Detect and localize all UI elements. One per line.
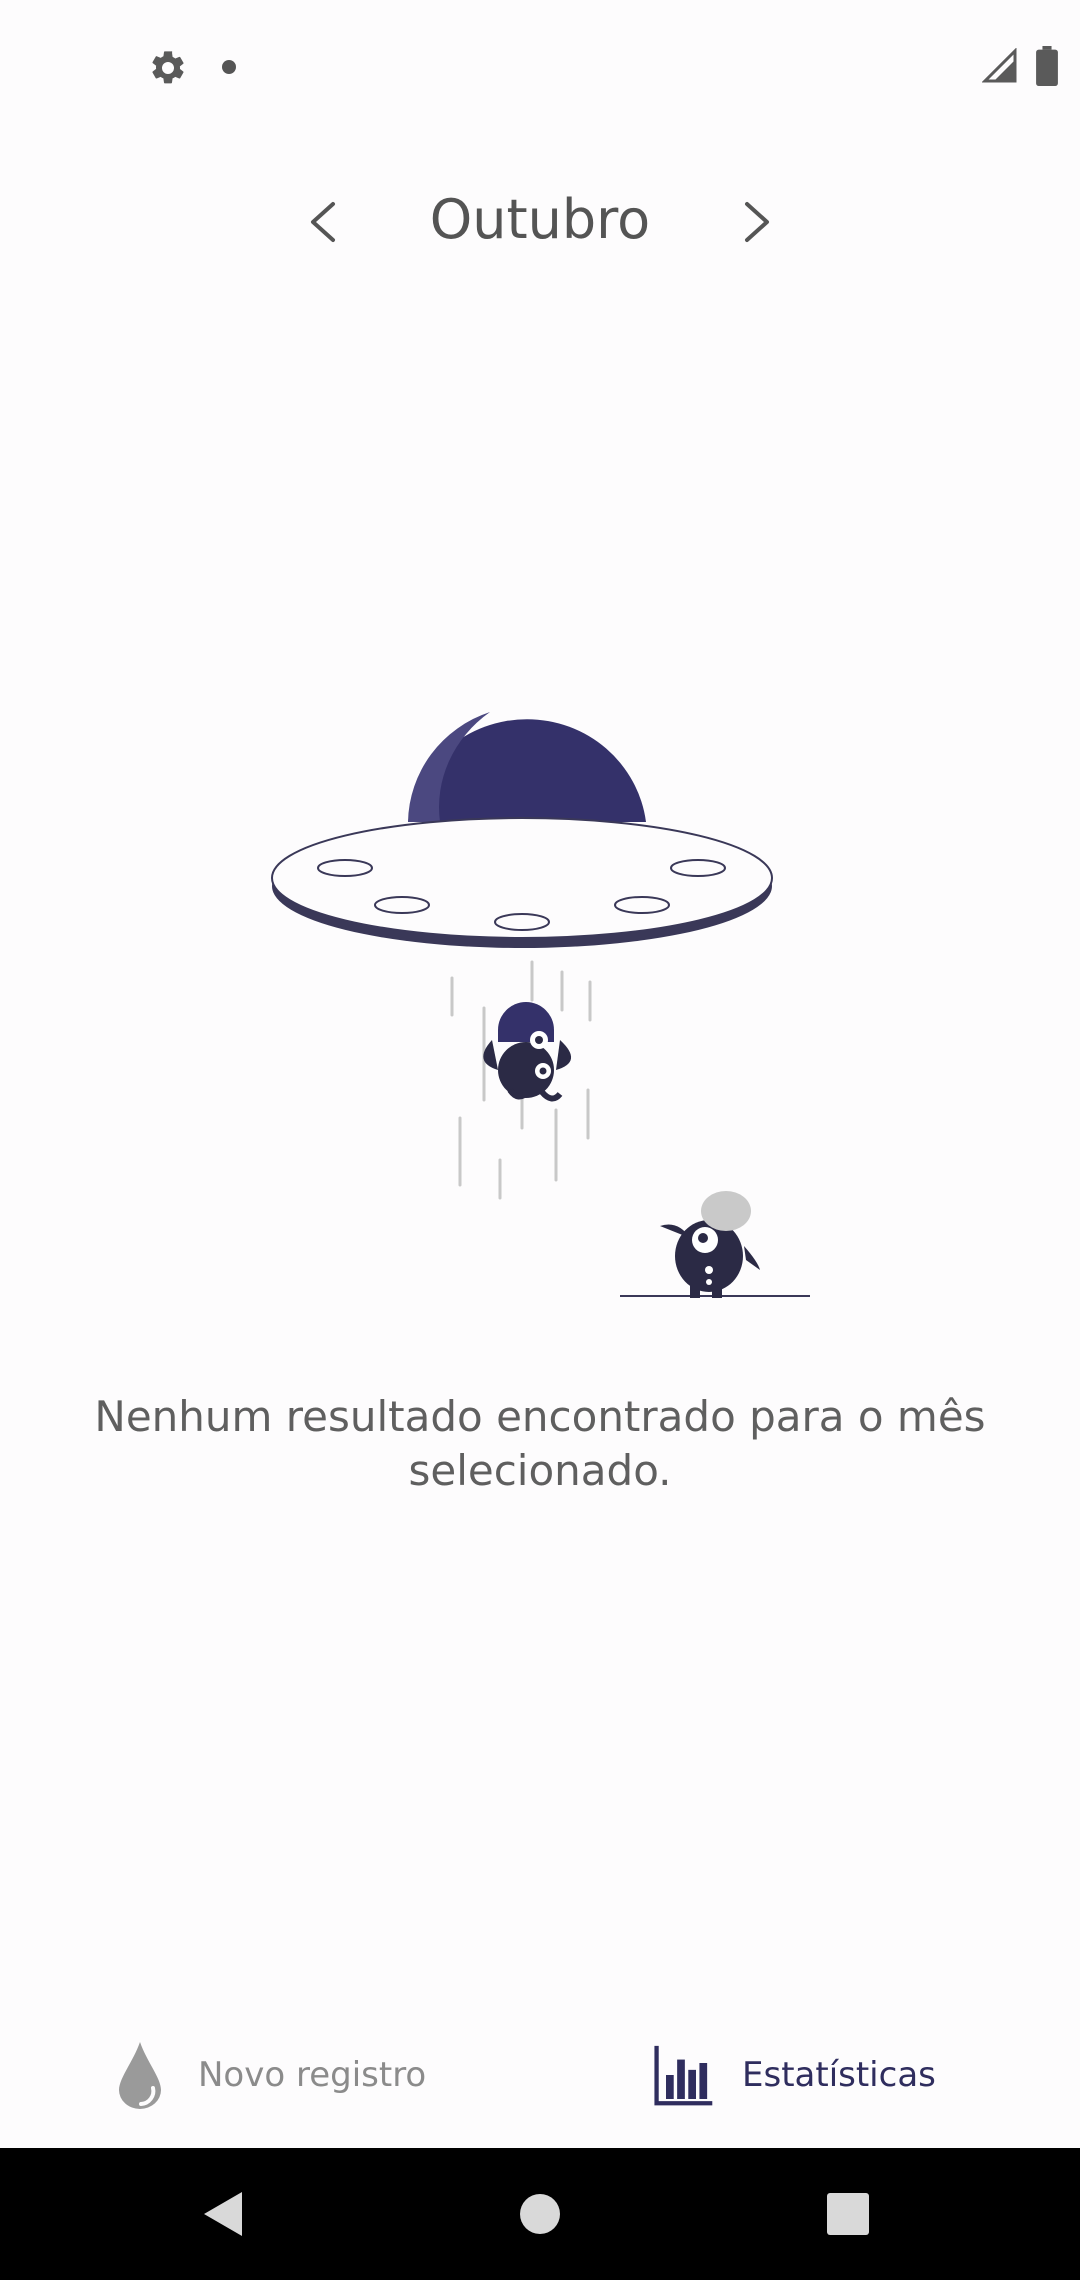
bar-chart-icon — [654, 2035, 714, 2115]
drop-icon — [110, 2035, 170, 2115]
empty-state-message: Nenhum resultado encontrado para o mês s… — [94, 1392, 986, 1495]
nav-new-record[interactable]: Novo registro — [110, 2010, 426, 2140]
notification-dot — [222, 60, 236, 74]
signal-icon — [982, 48, 1017, 83]
status-bar — [0, 0, 1080, 130]
nav-statistics-label: Estatísticas — [742, 2055, 936, 2095]
system-navigation-bar — [0, 2148, 1080, 2280]
back-icon[interactable] — [198, 2188, 250, 2240]
battery-icon — [1036, 46, 1058, 86]
nav-statistics[interactable]: Estatísticas — [654, 2010, 936, 2140]
nav-new-record-label: Novo registro — [198, 2055, 427, 2095]
month-selector: Outubro — [0, 170, 1080, 270]
chevron-left-icon — [311, 202, 335, 242]
ufo-abduction-illustration — [271, 712, 810, 1298]
recents-icon[interactable] — [822, 2188, 874, 2240]
previous-month-button[interactable] — [292, 192, 352, 252]
gear-icon — [152, 51, 184, 84]
home-icon[interactable] — [514, 2188, 566, 2240]
next-month-button[interactable] — [728, 192, 788, 252]
chevron-right-icon — [745, 202, 769, 242]
month-title: Outubro — [429, 188, 651, 251]
bottom-navigation: Novo registro Estatísticas — [0, 2010, 1080, 2140]
